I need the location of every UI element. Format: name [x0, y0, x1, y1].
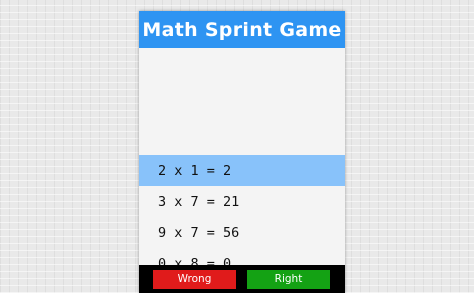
equation-item: 9 x 7 = 56	[139, 217, 345, 248]
wrong-button[interactable]: Wrong	[153, 269, 236, 289]
equation-text: 3 x 7 = 21	[158, 193, 240, 210]
equation-list: 2 x 1 = 2 3 x 7 = 21 9 x 7 = 56 0 x 8 = …	[139, 48, 345, 272]
answer-footer: Wrong Right	[139, 265, 345, 293]
equation-text: 9 x 7 = 56	[158, 224, 240, 241]
game-container: Math Sprint Game 2 x 1 = 2 3 x 7 = 21 9 …	[139, 11, 345, 293]
equation-text: 2 x 1 = 2	[158, 162, 232, 179]
equation-item-selected: 2 x 1 = 2	[139, 155, 345, 186]
game-title: Math Sprint Game	[142, 18, 342, 41]
game-header: Math Sprint Game	[139, 11, 345, 48]
right-button[interactable]: Right	[247, 269, 330, 289]
equation-item: 3 x 7 = 21	[139, 186, 345, 217]
